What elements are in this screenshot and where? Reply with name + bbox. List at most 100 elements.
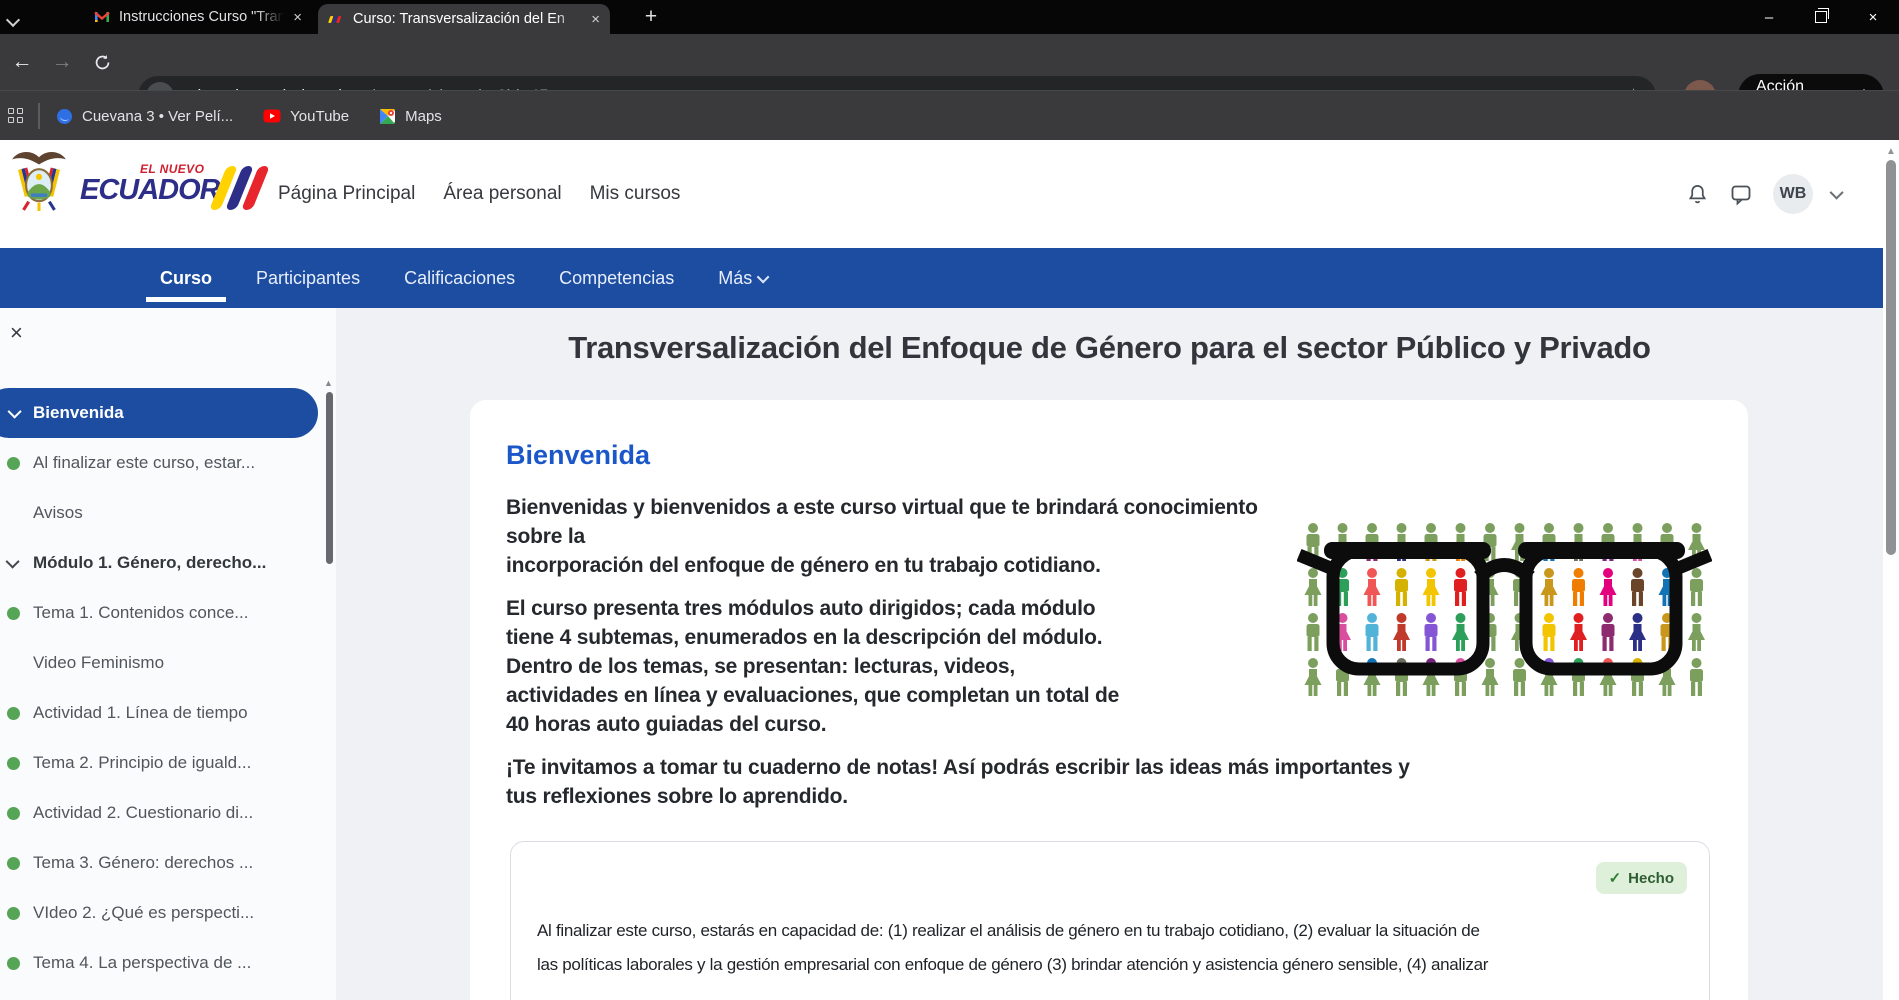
tab-mas[interactable]: Más (718, 248, 769, 308)
drawer-close-button[interactable]: × (10, 322, 23, 344)
sidebar-item-tema-4[interactable]: Tema 4. La perspectiva de ... (0, 938, 336, 988)
back-button[interactable]: ← (8, 48, 36, 76)
reload-icon (93, 53, 112, 72)
bookmarks-separator (38, 103, 40, 129)
sidebar-item-actividad-1[interactable]: Actividad 1. Línea de tiempo (0, 688, 336, 738)
sidebar-label: Tema 1. Contenidos conce... (33, 603, 248, 623)
browser-toolbar: ← → elearning.trabajo.gob.ec/course/view… (0, 34, 1899, 90)
nav-mis-cursos[interactable]: Mis cursos (590, 183, 681, 205)
forward-button[interactable]: → (48, 48, 76, 76)
selected-section-pill[interactable]: Bienvenida (0, 388, 318, 438)
tab-calificaciones[interactable]: Calificaciones (404, 248, 515, 308)
course-nav-tabs: Curso Participantes Calificaciones Compe… (160, 248, 769, 308)
tab-close-icon[interactable]: × (293, 10, 302, 25)
browser-tab-instrucciones[interactable]: Instrucciones Curso "Transversal × (84, 0, 312, 34)
section-heading: Bienvenida (506, 440, 1712, 471)
notifications-bell-icon[interactable] (1686, 182, 1709, 206)
chevron-down-icon[interactable] (8, 405, 22, 419)
course-nav-bar: Curso Participantes Calificaciones Compe… (0, 248, 1883, 308)
bookmarks-bar: Cuevana 3 • Ver Pelí... YouTube Maps (0, 90, 1899, 141)
nav-area-personal[interactable]: Área personal (443, 183, 561, 205)
drawer-scroll-up-icon[interactable]: ▲ (324, 378, 333, 388)
welcome-paragraph-3: ¡Te invitamos a tomar tu cuaderno de not… (506, 753, 1712, 811)
window-restore-button[interactable] (1795, 0, 1847, 34)
sidebar-label: Al finalizar este curso, estar... (33, 453, 255, 473)
course-index-drawer: × Bienvenida Al finalizar este curso, es… (0, 308, 336, 1000)
sidebar-label: Tema 2. Principio de iguald... (33, 753, 251, 773)
logo-stripes-icon (218, 166, 261, 210)
sidebar-item-video-feminismo[interactable]: Video Feminismo (0, 638, 336, 688)
sidebar-item-tema-1[interactable]: Tema 1. Contenidos conce... (0, 588, 336, 638)
drawer-scrollbar-thumb[interactable] (326, 392, 333, 564)
done-badge[interactable]: ✓ Hecho (1596, 862, 1687, 894)
page-scrollbar[interactable]: ▲ (1883, 140, 1899, 1000)
browser-tab-curso-active[interactable]: Curso: Transversalización del En × (318, 4, 610, 34)
sidebar-label: Tema 3. Género: derechos ... (33, 853, 253, 873)
page-scroll-up-icon[interactable]: ▲ (1886, 146, 1896, 157)
nav-pagina-principal[interactable]: Página Principal (278, 183, 415, 205)
welcome-rich-text: Bienvenidas y bienvenidos a este curso v… (506, 493, 1712, 811)
window-minimize-button[interactable]: – (1743, 0, 1795, 34)
reload-button[interactable] (88, 48, 116, 76)
sidebar-item-tema-3[interactable]: Tema 3. Género: derechos ... (0, 838, 336, 888)
tab-label: Calificaciones (404, 268, 515, 289)
completion-dot-icon (7, 757, 20, 770)
user-menu-chevron-icon[interactable] (1830, 186, 1844, 200)
logo-big-text: ECUADOR (80, 174, 220, 207)
gmail-icon (94, 9, 110, 25)
sidebar-item-avisos[interactable]: Avisos (0, 488, 336, 538)
done-badge-label: Hecho (1628, 870, 1674, 887)
restore-icon (1815, 11, 1827, 23)
chevron-down-icon[interactable] (6, 555, 20, 569)
gender-glasses-image (1297, 517, 1712, 702)
activity-card[interactable]: ✓ Hecho Al finalizar este curso, estarás… (510, 841, 1710, 1000)
completion-dot-icon (7, 857, 20, 870)
tab-participantes[interactable]: Participantes (256, 248, 360, 308)
completion-dot-icon (7, 707, 20, 720)
tab-label: Participantes (256, 268, 360, 289)
page-title: Transversalización del Enfoque de Género… (336, 330, 1883, 366)
apps-grid-icon[interactable] (8, 108, 24, 124)
sidebar-section-modulo-1[interactable]: Módulo 1. Género, derecho... (0, 538, 336, 588)
completion-dot-icon (7, 607, 20, 620)
user-avatar[interactable]: WB (1773, 174, 1813, 214)
bookmark-youtube[interactable]: YouTube (263, 108, 349, 125)
tab-search-chevron-icon[interactable] (8, 12, 17, 21)
site-header: EL NUEVO ECUADOR Página Principal Área p… (0, 140, 1883, 248)
screen: Instrucciones Curso "Transversal × Curso… (0, 0, 1899, 1000)
sidebar-item-tema-2[interactable]: Tema 2. Principio de iguald... (0, 738, 336, 788)
bookmark-label: Maps (405, 108, 442, 125)
cuevana-icon (56, 108, 73, 125)
bookmark-label: YouTube (290, 108, 349, 125)
new-tab-button[interactable]: + (636, 2, 666, 32)
sidebar-section-bienvenida[interactable]: Bienvenida (0, 388, 336, 438)
el-nuevo-ecuador-logo[interactable]: EL NUEVO ECUADOR (80, 156, 270, 226)
tab-title: Instrucciones Curso "Transversal (119, 9, 284, 25)
completion-dot-icon (7, 957, 20, 970)
messages-icon[interactable] (1729, 182, 1753, 206)
completion-dot-icon (7, 807, 20, 820)
tab-close-icon[interactable]: × (591, 12, 600, 27)
youtube-icon (263, 109, 281, 123)
sidebar-label: Actividad 2. Cuestionario di... (33, 803, 253, 823)
tab-label: Curso (160, 268, 212, 289)
sidebar-label: Actividad 1. Línea de tiempo (33, 703, 248, 723)
sidebar-item-actividad-2[interactable]: Actividad 2. Cuestionario di... (0, 788, 336, 838)
ecuador-coat-of-arms-logo[interactable] (10, 148, 68, 212)
maps-icon (379, 108, 396, 125)
ecuador-stripes-icon (328, 11, 344, 27)
activity-description: Al finalizar este curso, estarás en capa… (537, 914, 1683, 982)
course-index-list: Bienvenida Al finalizar este curso, esta… (0, 388, 336, 988)
check-icon: ✓ (1609, 869, 1622, 887)
tab-label: Competencias (559, 268, 674, 289)
bookmark-maps[interactable]: Maps (379, 108, 442, 125)
bookmark-cuevana[interactable]: Cuevana 3 • Ver Pelí... (56, 108, 233, 125)
sidebar-item-video-2[interactable]: VIdeo 2. ¿Qué es perspecti... (0, 888, 336, 938)
tab-curso[interactable]: Curso (160, 248, 212, 308)
sidebar-item-al-finalizar[interactable]: Al finalizar este curso, estar... (0, 438, 336, 488)
window-close-button[interactable]: × (1847, 0, 1899, 34)
page-scrollbar-thumb[interactable] (1886, 160, 1896, 555)
sidebar-label: Avisos (33, 503, 83, 523)
tab-competencias[interactable]: Competencias (559, 248, 674, 308)
drawer-scrollbar[interactable] (326, 392, 333, 870)
